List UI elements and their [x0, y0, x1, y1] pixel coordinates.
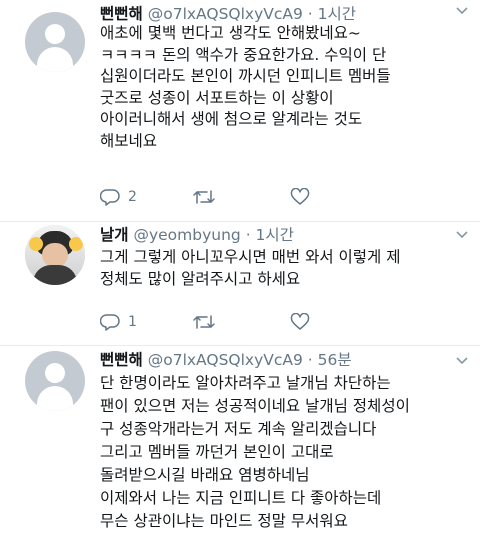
author-name[interactable]: 날개	[100, 226, 129, 244]
avatar-face	[42, 243, 68, 267]
tweet-line: 구 성종악개라는거 저도 계속 알리겠습니다	[100, 420, 377, 438]
author-name[interactable]: 뻔뻔해	[100, 351, 143, 369]
avatar-body	[37, 47, 73, 72]
author-handle[interactable]: @o7lxAQSQlxyVcA9	[148, 351, 303, 369]
tweet-line: 이제와서 나는 지금 인피니트 다 좋아하는데	[100, 489, 382, 507]
author-handle[interactable]: @yeombyung	[133, 226, 240, 244]
reply-count: 1	[128, 314, 137, 330]
tweet-line: 그리고 멤버들 까던거 본인이 고대로	[100, 443, 334, 461]
tweet: 뻔뻔해 @o7lxAQSQlxyVcA9 · 1시간 애초에 몇백 번다고 생각…	[0, 0, 480, 222]
tweet-line: 단 한명이라도 알아차려주고 날개님 차단하는	[100, 374, 391, 392]
tweet-text: 그게 그렇게 아니꼬우시면 매번 와서 이렇게 제 정체도 많이 알려주시고 하…	[100, 247, 472, 290]
avatar[interactable]	[25, 225, 85, 285]
tweet-line: 무슨 상관이냐는 마인드 정말 무서워요	[100, 512, 348, 530]
reply-button[interactable]: 2	[100, 186, 137, 208]
tweet-line: ㅋㅋㅋㅋ 돈의 액수가 중요한가요. 수익이 단	[100, 45, 387, 64]
chevron-down-icon[interactable]	[456, 354, 468, 366]
tweet-text: 애초에 몇백 번다고 생각도 안해봤네요~ ㅋㅋㅋㅋ 돈의 액수가 중요한가요.…	[100, 23, 472, 153]
tweet-line: 돌려받으시길 바래요 염병하네님	[100, 466, 310, 484]
like-icon	[290, 188, 310, 205]
reply-count: 2	[128, 189, 137, 205]
avatar-body	[37, 386, 73, 411]
chevron-down-icon[interactable]	[456, 4, 468, 16]
reply-icon	[100, 189, 120, 206]
retweet-icon	[193, 190, 215, 204]
tweet-actions: 1	[100, 311, 470, 333]
reply-button[interactable]: 1	[100, 311, 137, 333]
tweet: 날개 @yeombyung · 1시간 그게 그렇게 아니꼬우시면 매번 와서 …	[0, 222, 480, 346]
tweet-line: 그게 그렇게 아니꼬우시면 매번 와서 이렇게 제	[100, 248, 401, 266]
avatar[interactable]	[25, 351, 85, 411]
tweet-line: 팬이 있으면 저는 성공적이네요 날개님 정체성이	[100, 397, 410, 415]
tweet-actions: 2	[100, 186, 470, 208]
tweet-line: 굿즈로 성종이 서포트하는 이 상황이	[100, 88, 334, 107]
tweet-header: 뻔뻔해 @o7lxAQSQlxyVcA9 · 56분	[100, 348, 352, 370]
tweet-line: 정체도 많이 알려주시고 하세요	[100, 269, 301, 288]
avatar[interactable]	[25, 12, 85, 72]
emoji-icon	[69, 237, 83, 251]
tweet-header: 뻔뻔해 @o7lxAQSQlxyVcA9 · 1시간	[100, 2, 356, 24]
tweet: 뻔뻔해 @o7lxAQSQlxyVcA9 · 56분 단 한명이라도 알아차려주…	[0, 346, 480, 545]
like-button[interactable]	[290, 311, 310, 333]
tweet-header: 날개 @yeombyung · 1시간	[100, 223, 294, 245]
like-button[interactable]	[290, 186, 310, 208]
tweet-line: 십원이더라도 본인이 까시던 인피니트 멤버들	[100, 67, 391, 86]
tweet-line: 아이러니해서 생에 첨으로 알계라는 것도	[100, 110, 363, 129]
tweet-time[interactable]: · 56분	[308, 351, 352, 369]
avatar-head	[45, 24, 65, 44]
tweet-line: 해보네요	[100, 131, 158, 150]
tweet-line: 애초에 몇백 번다고 생각도 안해봤네요~	[100, 24, 361, 42]
reply-icon	[100, 314, 120, 331]
tweet-text: 단 한명이라도 알아차려주고 날개님 차단하는 팬이 있으면 저는 성공적이네요…	[100, 372, 472, 533]
author-name[interactable]: 뻔뻔해	[100, 5, 143, 23]
chevron-down-icon[interactable]	[456, 228, 468, 240]
author-handle[interactable]: @o7lxAQSQlxyVcA9	[148, 5, 303, 23]
tweet-time[interactable]: · 1시간	[308, 5, 356, 23]
emoji-icon	[29, 237, 43, 251]
avatar-head	[45, 363, 65, 383]
like-icon	[290, 313, 310, 330]
retweet-button[interactable]	[192, 186, 216, 208]
tweet-time[interactable]: · 1시간	[246, 226, 294, 244]
retweet-button[interactable]	[192, 311, 216, 333]
retweet-icon	[193, 315, 215, 329]
